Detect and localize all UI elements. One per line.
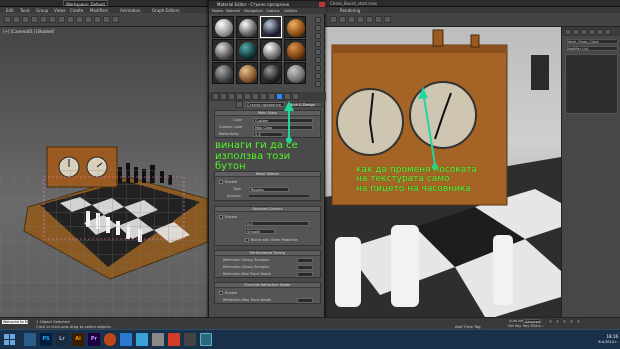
command-panel-tabs (562, 27, 620, 36)
motion-tab-icon[interactable] (589, 29, 595, 35)
select-icon[interactable] (40, 16, 47, 23)
command-panel: Mesh_Glass_Clock Modifier List (561, 27, 620, 317)
modifier-list-dropdown[interactable]: Modifier List (565, 46, 618, 51)
render-teapot-icon[interactable] (384, 16, 391, 23)
clock-date: 6.4.2014 г. (598, 340, 618, 344)
maxscript-listener[interactable]: Welcome to M (2, 320, 28, 324)
windows-start-icon[interactable] (4, 334, 16, 346)
taskbar-app-3dsmax[interactable] (200, 333, 212, 346)
unlink-icon[interactable] (31, 16, 38, 23)
next-frame-icon[interactable] (569, 319, 574, 324)
snap-icon[interactable] (94, 16, 101, 23)
key-filters-button[interactable]: Key Filters... (523, 324, 544, 328)
menu-animation[interactable]: Animation (120, 8, 140, 13)
annotation-line: на пицето на часовника (356, 183, 471, 194)
modifier-list-label: Modifier List (567, 47, 589, 51)
taskbar-app-photoshop[interactable]: PS (40, 333, 52, 346)
modify-tab-icon[interactable] (573, 29, 579, 35)
taskbar-app-premiere[interactable]: Pr (88, 333, 100, 346)
taskbar-app-media[interactable] (168, 333, 180, 346)
utilities-tab-icon[interactable] (605, 29, 611, 35)
key-set-dropdown[interactable]: Selected (523, 319, 541, 324)
taskbar-clock[interactable]: 18:16 6.4.2014 г. (590, 333, 618, 347)
play-icon[interactable] (562, 319, 567, 324)
workspace-label: Workspace: Default (66, 1, 106, 7)
menu-group[interactable]: Group (36, 8, 48, 13)
move-icon[interactable] (67, 16, 74, 23)
menu-modifiers[interactable]: Modifiers (90, 8, 108, 13)
display-tab-icon[interactable] (597, 29, 603, 35)
taskbar-app-window[interactable] (184, 333, 196, 346)
go-to-end-icon[interactable] (576, 319, 581, 324)
taskbar-app-skype[interactable] (136, 333, 148, 346)
lightroom-icon: Lr (59, 336, 65, 342)
viewport-label[interactable]: [+] [Camera01] [Shaded] (3, 29, 54, 34)
layer-icon[interactable] (330, 16, 337, 23)
set-key-button[interactable]: Set Key (508, 324, 521, 328)
previous-frame-icon[interactable] (555, 319, 560, 324)
modifier-stack[interactable] (565, 54, 618, 114)
menu-graph-editors[interactable]: Graph Editors (152, 8, 179, 13)
taskbar-app-firefox[interactable] (104, 333, 116, 346)
taskbar-app-utility[interactable] (152, 333, 164, 346)
rect-select-icon[interactable] (58, 16, 65, 23)
illustrator-icon: Ai (75, 336, 81, 342)
annotation-line: винаги ги да се (215, 140, 298, 151)
auto-key-button[interactable]: Auto Key (508, 319, 525, 323)
rotate-icon[interactable] (76, 16, 83, 23)
window-title: Chess_Board_start.max (330, 1, 378, 6)
mirror-icon[interactable] (103, 16, 110, 23)
select-by-name-icon[interactable] (49, 16, 56, 23)
material-editor-icon[interactable] (357, 16, 364, 23)
photoshop-icon: PS (42, 336, 50, 342)
taskbar-app-browser[interactable] (120, 333, 132, 346)
go-to-start-icon[interactable] (548, 319, 553, 324)
menu-tools[interactable]: Tools (20, 8, 30, 13)
object-name: Mesh_Glass_Clock (567, 40, 599, 44)
menu-create[interactable]: Create (70, 8, 83, 13)
windows-taskbar: PS Lr Ai Pr 18:16 6.4.2014 г. (0, 329, 620, 349)
workspace-dropdown[interactable]: Workspace: Default (63, 0, 108, 7)
annotation-right: как да променя посоката на текстурата са… (356, 165, 477, 194)
taskbar-app-lightroom[interactable]: Lr (56, 333, 68, 346)
object-name-field[interactable]: Mesh_Glass_Clock (565, 39, 618, 44)
annotation-line: бутон (215, 161, 246, 172)
animation-controls: Auto Key Selected Set Key Key Filters... (508, 319, 620, 329)
welcome-text: Welcome to M (3, 319, 28, 324)
menu-views[interactable]: Views (54, 8, 66, 13)
annotation-left: винаги ги да се използва този бутон (215, 140, 298, 173)
render-frame-icon[interactable] (375, 16, 382, 23)
clock-time: 18:16 (606, 334, 618, 339)
taskbar-app-illustrator[interactable]: Ai (72, 333, 84, 346)
create-tab-icon[interactable] (565, 29, 571, 35)
scale-icon[interactable] (85, 16, 92, 23)
menu-edit[interactable]: Edit (6, 8, 14, 13)
align-icon[interactable] (112, 16, 119, 23)
curve-editor-icon[interactable] (339, 16, 346, 23)
render-setup-icon[interactable] (366, 16, 373, 23)
menu-rendering[interactable]: Rendering (340, 8, 360, 13)
premiere-icon: Pr (90, 336, 98, 342)
link-icon[interactable] (22, 16, 29, 23)
schematic-icon[interactable] (348, 16, 355, 23)
redo-icon[interactable] (13, 16, 20, 23)
hierarchy-tab-icon[interactable] (581, 29, 587, 35)
undo-icon[interactable] (4, 16, 11, 23)
taskbar-app-explorer[interactable] (24, 333, 36, 346)
ground-grid (0, 170, 208, 317)
